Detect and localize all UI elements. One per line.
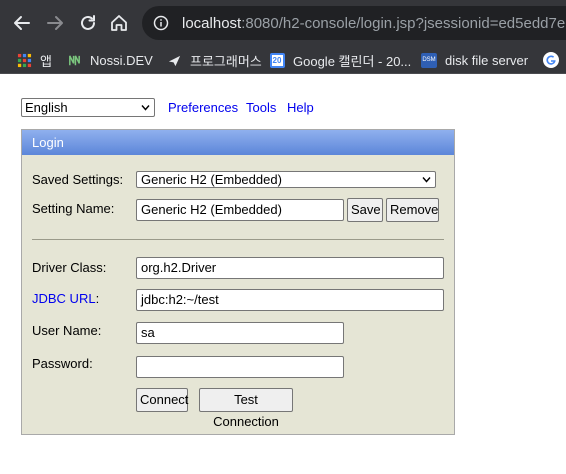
address-bar[interactable]: localhost:8080/h2-console/login.jsp?jses…: [142, 6, 566, 40]
bookmark-google[interactable]: [543, 50, 566, 70]
home-icon: [111, 15, 127, 31]
divider: [32, 239, 444, 240]
login-title: Login: [22, 130, 454, 155]
bookmark-label: 앱: [40, 53, 52, 69]
chevron-down-icon: [422, 177, 431, 183]
bookmark-label: 프로그래머스: [190, 53, 262, 69]
google-icon: [543, 52, 559, 68]
jdbc-url-colon: :: [95, 291, 100, 306]
user-name-label: User Name:: [32, 323, 102, 338]
bookmarks-bar: 앱 Nossi.DEV 프로그래머스 20 Google 캘린더 - 20...…: [0, 46, 566, 74]
reload-icon: [81, 15, 95, 30]
bookmark-label: Nossi.DEV: [90, 52, 153, 68]
help-link[interactable]: Help: [287, 100, 314, 115]
forward-button[interactable]: [43, 11, 67, 35]
bookmark-label: disk file server: [445, 52, 529, 68]
arrow-right-icon: [47, 16, 63, 30]
home-button[interactable]: [107, 11, 131, 35]
jdbc-url-link[interactable]: JDBC URL: [32, 291, 96, 306]
browser-toolbar: localhost:8080/h2-console/login.jsp?jses…: [0, 0, 566, 46]
test-connection-button[interactable]: Test Connection: [199, 388, 293, 429]
saved-settings-value: Generic H2 (Embedded): [141, 172, 282, 187]
url-text[interactable]: localhost:8080/h2-console/login.jsp?jses…: [182, 15, 566, 32]
setting-name-label: Setting Name:: [32, 201, 115, 216]
back-button[interactable]: [10, 11, 34, 35]
preferences-link[interactable]: Preferences: [168, 100, 238, 115]
connect-button[interactable]: Connect: [136, 388, 188, 412]
user-name-input[interactable]: sa: [136, 322, 344, 344]
programmers-icon: [166, 52, 182, 68]
bookmark-google-calendar[interactable]: 20 Google 캘린더 - 20...: [269, 50, 411, 70]
save-button[interactable]: Save: [347, 198, 383, 222]
nossi-dev-icon: [66, 52, 82, 68]
saved-settings-label: Saved Settings:: [32, 172, 124, 187]
language-select[interactable]: English: [21, 98, 155, 117]
url-host: localhost: [182, 14, 242, 32]
saved-settings-select[interactable]: Generic H2 (Embedded): [136, 171, 436, 188]
remove-button[interactable]: Remove: [386, 198, 439, 222]
arrow-left-icon: [14, 16, 30, 30]
calendar-day: 20: [269, 52, 285, 68]
driver-class-input[interactable]: org.h2.Driver: [136, 257, 444, 279]
bookmark-apps[interactable]: 앱: [16, 50, 52, 70]
bookmark-disk-file-server[interactable]: DSM disk file server: [421, 50, 528, 70]
url-path: :8080/h2-console/login.jsp?jsessionid=ed…: [241, 14, 566, 32]
dsm-label: DSM: [421, 52, 437, 68]
bookmark-nossi-dev[interactable]: Nossi.DEV: [66, 50, 153, 70]
apps-grid-icon: [16, 52, 32, 68]
info-icon[interactable]: [153, 15, 169, 31]
page-content: English Preferences Tools Help Login Sav…: [0, 75, 566, 474]
password-input[interactable]: [136, 356, 344, 378]
jdbc-url-label-wrap: JDBC URL:: [32, 291, 99, 306]
reload-button[interactable]: [76, 11, 100, 35]
bookmark-label: Google 캘린더 - 20...: [293, 53, 412, 69]
setting-name-input[interactable]: Generic H2 (Embedded): [136, 199, 344, 221]
dsm-icon: DSM: [421, 52, 437, 68]
google-calendar-icon: 20: [269, 52, 285, 68]
chevron-down-icon: [141, 105, 150, 111]
login-panel: Login Saved Settings: Generic H2 (Embedd…: [21, 129, 455, 435]
bookmark-programmers[interactable]: 프로그래머스: [166, 50, 262, 70]
language-value: English: [25, 100, 68, 115]
password-label: Password:: [32, 356, 93, 371]
driver-class-label: Driver Class:: [32, 260, 107, 275]
jdbc-url-input[interactable]: jdbc:h2:~/test: [136, 289, 444, 311]
tools-link[interactable]: Tools: [246, 100, 276, 115]
